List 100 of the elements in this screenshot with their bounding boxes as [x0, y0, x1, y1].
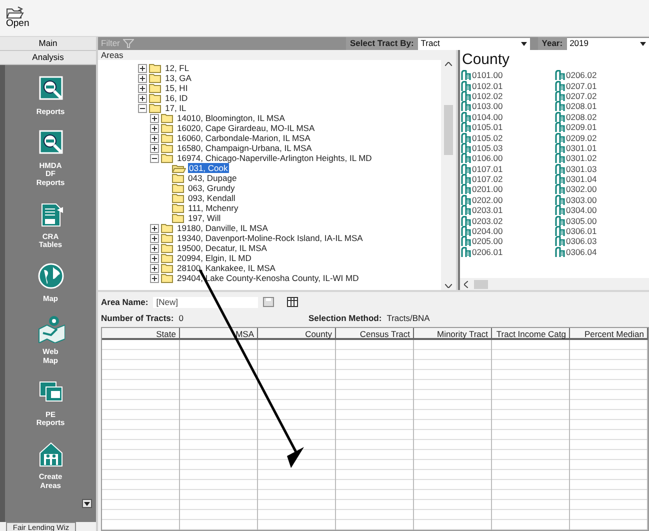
tree-item[interactable]: 093, Kendall	[187, 193, 236, 203]
sidebar-tab[interactable]: Analysis	[0, 51, 96, 65]
tract-item[interactable]: 0306.03	[555, 236, 649, 247]
tract-item[interactable]: 0305.00	[555, 215, 649, 226]
tree-item[interactable]: 17, IL	[164, 103, 188, 113]
tract-item[interactable]: 0105.01	[461, 122, 555, 132]
tree-item[interactable]: 20994, Elgin, IL MD	[176, 253, 252, 263]
column-header[interactable]: County	[258, 328, 336, 338]
tree-item[interactable]: 14010, Bloomington, IL MSA	[176, 113, 286, 123]
folder-icon	[149, 73, 162, 83]
tract-item[interactable]: 0201.00	[461, 184, 555, 195]
tract-item[interactable]: 0208.02	[555, 112, 649, 122]
tract-item[interactable]: 0206.02	[555, 70, 649, 80]
tree-item[interactable]: 111, Mchenry	[187, 203, 240, 213]
tract-item[interactable]: 0206.01	[461, 246, 555, 258]
tract-item[interactable]: 0102.02	[461, 90, 555, 102]
tract-icon	[461, 90, 471, 101]
tract-item[interactable]: 0204.00	[461, 226, 555, 236]
tree-item[interactable]: 16974, Chicago-Naperville-Arlington Heights, IL MD	[176, 153, 373, 163]
column-header[interactable]: State	[102, 328, 180, 338]
tract-item[interactable]: 0207.02	[555, 90, 649, 102]
scroll-down-button[interactable]	[82, 499, 92, 508]
tree-item[interactable]: 031, Cook	[188, 163, 229, 173]
collapse-toggle[interactable]	[138, 104, 147, 112]
expand-toggle[interactable]	[150, 234, 159, 242]
tree-item[interactable]: 063, Grundy	[187, 183, 236, 193]
tract-item[interactable]: 0106.00	[461, 153, 555, 164]
expand-toggle[interactable]	[150, 274, 159, 282]
tree-item[interactable]: 29404, Lake County-Kenosha County, IL-WI MD	[176, 273, 360, 283]
tract-item[interactable]: 0301.03	[555, 164, 649, 174]
tree-item[interactable]: 16020, Cape Girardeau, MO-IL MSA	[176, 123, 316, 133]
tract-item[interactable]: 0105.03	[461, 142, 555, 154]
select-tract-dropdown[interactable]: Tract	[418, 38, 530, 50]
tract-item[interactable]: 0208.01	[555, 101, 649, 112]
expand-toggle[interactable]	[150, 244, 159, 252]
year-dropdown[interactable]: 2019	[566, 38, 649, 50]
tract-item[interactable]: 0202.00	[461, 194, 555, 206]
tree-item[interactable]: 19180, Danville, IL MSA	[176, 223, 269, 233]
tract-item[interactable]: 0302.00	[555, 184, 649, 195]
tract-item[interactable]: 0105.02	[461, 132, 555, 143]
vertical-scrollbar[interactable]	[441, 60, 456, 290]
tract-item[interactable]: 0103.00	[461, 101, 555, 112]
expand-toggle[interactable]	[138, 64, 147, 72]
tree-item[interactable]: 16060, Carbondale-Marion, IL MSA	[176, 133, 312, 143]
tract-item[interactable]: 0107.02	[461, 174, 555, 184]
area-name-field[interactable]: [New]	[153, 296, 258, 308]
expand-toggle[interactable]	[150, 124, 159, 132]
tract-item[interactable]: 0306.01	[555, 226, 649, 236]
tract-item[interactable]: 0104.00	[461, 112, 555, 122]
tract-icon	[461, 142, 471, 153]
tree-item[interactable]: 19500, Decatur, IL MSA	[176, 243, 268, 253]
tree-item[interactable]: 197, Will	[187, 213, 222, 223]
tract-item[interactable]: 0102.01	[461, 80, 555, 91]
tract-item[interactable]: 0203.02	[461, 215, 555, 226]
tree-item[interactable]: 19340, Davenport-Moline-Rock Island, IA-IL MSA	[176, 233, 364, 243]
tract-item[interactable]: 0203.01	[461, 205, 555, 216]
tract-item[interactable]: 0303.00	[555, 194, 649, 206]
expand-toggle[interactable]	[138, 94, 147, 102]
tract-item[interactable]: 0301.02	[555, 153, 649, 164]
tree-item[interactable]: 28100, Kankakee, IL MSA	[176, 263, 276, 273]
folder-icon	[149, 63, 162, 73]
tract-item[interactable]: 0101.00	[461, 70, 555, 80]
expand-toggle[interactable]	[150, 144, 159, 152]
column-header[interactable]: Tract Income Catg	[492, 328, 570, 338]
expand-toggle[interactable]	[150, 134, 159, 142]
sidebar-tab[interactable]: Main	[0, 37, 96, 51]
folder-icon	[172, 163, 186, 173]
tract-item[interactable]: 0304.00	[555, 205, 649, 216]
tree-item[interactable]: 12, FL	[164, 63, 190, 73]
tree-item[interactable]: 15, HI	[164, 83, 189, 93]
tract-item[interactable]: 0301.01	[555, 142, 649, 154]
expand-toggle[interactable]	[150, 114, 159, 122]
column-header[interactable]: MSA	[180, 328, 258, 338]
expand-toggle[interactable]	[150, 264, 159, 272]
column-header[interactable]: Census Tract	[336, 328, 414, 338]
tract-icon	[461, 174, 471, 184]
expand-toggle[interactable]	[150, 224, 159, 232]
tract-item[interactable]: 0209.01	[555, 122, 649, 132]
expand-toggle[interactable]	[150, 254, 159, 262]
column-header[interactable]: Percent Median	[570, 328, 648, 338]
tree-item[interactable]: 16580, Champaign-Urbana, IL MSA	[176, 143, 313, 153]
open-button[interactable]: Open	[4, 4, 32, 32]
expand-toggle[interactable]	[138, 74, 147, 82]
tract-icon	[555, 90, 565, 101]
collapse-toggle[interactable]	[150, 154, 159, 162]
tract-item[interactable]: 0306.04	[555, 246, 649, 258]
tree-item[interactable]: 043, Dupage	[187, 173, 238, 183]
column-header[interactable]: Minority Tract	[414, 328, 492, 338]
horizontal-scrollbar[interactable]	[460, 278, 649, 290]
folder-icon	[161, 233, 174, 243]
expand-toggle[interactable]	[138, 84, 147, 92]
tract-item[interactable]: 0205.00	[461, 236, 555, 247]
scroll-thumb[interactable]	[474, 280, 488, 288]
tract-item[interactable]: 0107.01	[461, 164, 555, 174]
tract-item[interactable]: 0207.01	[555, 80, 649, 91]
tract-item[interactable]: 0209.02	[555, 132, 649, 143]
tract-item[interactable]: 0301.04	[555, 174, 649, 184]
tree-item[interactable]: 13, GA	[164, 73, 192, 83]
scroll-thumb[interactable]	[444, 105, 453, 155]
tree-item[interactable]: 16, ID	[164, 93, 189, 103]
